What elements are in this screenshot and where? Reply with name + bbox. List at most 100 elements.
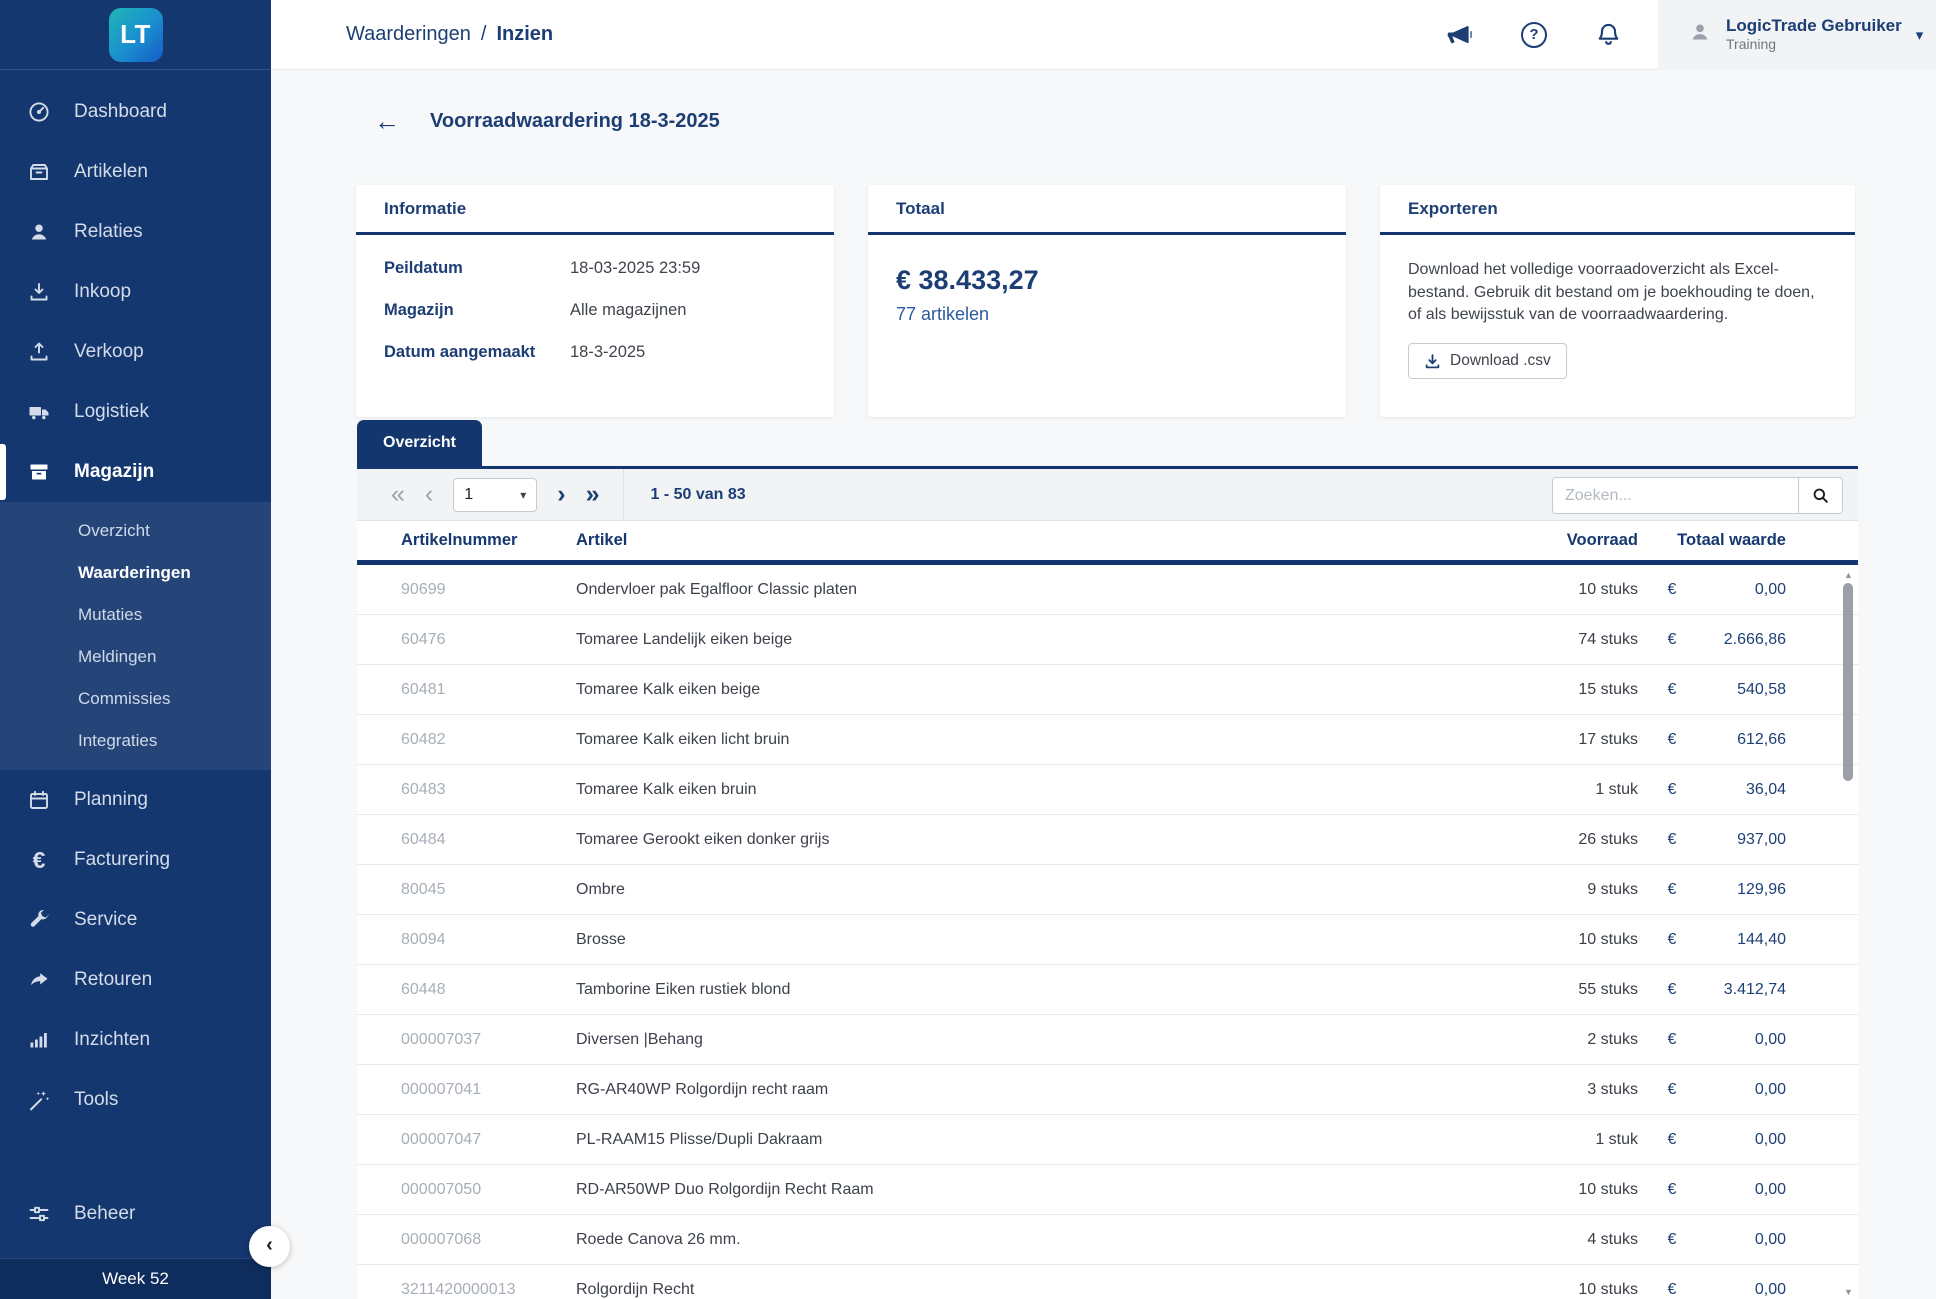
currency-symbol: €	[1638, 681, 1706, 699]
column-totaal-waarde[interactable]: Totaal waarde	[1638, 531, 1786, 550]
page-select-value: 1	[464, 486, 473, 504]
archive-icon	[26, 459, 52, 485]
sidebar-item-dashboard[interactable]: Dashboard	[0, 82, 271, 142]
table-row[interactable]: 000007047PL-RAAM15 Plisse/Dupli Dakraam1…	[357, 1115, 1858, 1165]
pagination-bar: « ‹ 1 ▾ › » 1 - 50 van 83	[357, 469, 1858, 521]
download-csv-button[interactable]: Download .csv	[1408, 343, 1567, 379]
tab-overzicht[interactable]: Overzicht	[357, 420, 482, 466]
sidebar-item-artikelen[interactable]: Artikelen	[0, 142, 271, 202]
sidebar-item-label: Verkoop	[74, 341, 144, 363]
breadcrumb-parent[interactable]: Waarderingen	[346, 23, 471, 46]
table-row[interactable]: 60482Tomaree Kalk eiken licht bruin17 st…	[357, 715, 1858, 765]
sidebar-item-inzichten[interactable]: Inzichten	[0, 1010, 271, 1070]
scroll-down-icon[interactable]: ▼	[1842, 1287, 1855, 1297]
column-artikelnummer[interactable]: Artikelnummer	[401, 531, 576, 550]
breadcrumb-current: Inzien	[496, 23, 553, 46]
sidebar-subitem-overzicht[interactable]: Overzicht	[0, 510, 271, 552]
search-input[interactable]	[1552, 477, 1799, 514]
cell-artikelnummer: 000007041	[401, 1081, 576, 1099]
chart-icon	[26, 1027, 52, 1053]
table-row[interactable]: 60481Tomaree Kalk eiken beige15 stuks€54…	[357, 665, 1858, 715]
column-voorraad[interactable]: Voorraad	[1418, 531, 1638, 550]
table-body: 90699Ondervloer pak Egalfloor Classic pl…	[357, 565, 1858, 1299]
sidebar-item-verkoop[interactable]: Verkoop	[0, 322, 271, 382]
cell-artikelnummer: 000007050	[401, 1181, 576, 1199]
help-icon[interactable]: ?	[1521, 22, 1547, 48]
search-button[interactable]	[1799, 477, 1843, 514]
previous-page-button[interactable]: ‹	[415, 482, 443, 507]
currency-symbol: €	[1638, 1231, 1706, 1249]
sidebar-subitem-commissies[interactable]: Commissies	[0, 678, 271, 720]
user-avatar-icon	[1688, 20, 1712, 49]
sidebar-subitem-mutaties[interactable]: Mutaties	[0, 594, 271, 636]
table-scrollbar[interactable]: ▲ ▼	[1842, 570, 1855, 1297]
sidebar-collapse-button[interactable]: ‹	[249, 1226, 290, 1267]
sidebar-subitem-meldingen[interactable]: Meldingen	[0, 636, 271, 678]
sidebar-item-facturering[interactable]: €Facturering	[0, 830, 271, 890]
cell-voorraad: 4 stuks	[1418, 1231, 1638, 1249]
table-row[interactable]: 80094Brosse10 stuks€144,40	[357, 915, 1858, 965]
sidebar-item-logistiek[interactable]: Logistiek	[0, 382, 271, 442]
cell-totaal-waarde: 129,96	[1706, 881, 1786, 899]
sidebar-item-beheer[interactable]: Beheer	[0, 1184, 271, 1244]
table-row[interactable]: 60483Tomaree Kalk eiken bruin1 stuk€36,0…	[357, 765, 1858, 815]
table-row[interactable]: 000007037Diversen |Behang2 stuks€0,00	[357, 1015, 1858, 1065]
table-row[interactable]: 90699Ondervloer pak Egalfloor Classic pl…	[357, 565, 1858, 615]
cell-voorraad: 1 stuk	[1418, 1131, 1638, 1149]
cell-voorraad: 74 stuks	[1418, 631, 1638, 649]
info-row-magazijn: MagazijnAlle magazijnen	[384, 301, 806, 320]
table-row[interactable]: 000007068Roede Canova 26 mm.4 stuks€0,00	[357, 1215, 1858, 1265]
sidebar-item-label: Magazijn	[74, 461, 154, 483]
cell-artikelnummer: 60482	[401, 731, 576, 749]
card-informatie: Informatie Peildatum18-03-2025 23:59Maga…	[356, 185, 834, 417]
dashboard-icon	[26, 99, 52, 125]
table-row[interactable]: 000007050RD-AR50WP Duo Rolgordijn Recht …	[357, 1165, 1858, 1215]
user-role: Training	[1726, 36, 1902, 54]
cell-artikel: Diversen |Behang	[576, 1031, 1418, 1049]
wand-icon	[26, 1087, 52, 1113]
sidebar-item-service[interactable]: Service	[0, 890, 271, 950]
megaphone-icon[interactable]	[1446, 21, 1473, 48]
table-row[interactable]: 60448Tamborine Eiken rustiek blond55 stu…	[357, 965, 1858, 1015]
card-exporteren: Exporteren Download het volledige voorra…	[1380, 185, 1855, 417]
info-value: 18-03-2025 23:59	[570, 259, 806, 278]
logictrade-logo[interactable]: LT	[109, 8, 163, 62]
scroll-up-icon[interactable]: ▲	[1842, 570, 1855, 580]
sidebar-subitem-waarderingen[interactable]: Waarderingen	[0, 552, 271, 594]
user-menu[interactable]: LogicTrade Gebruiker Training ▾	[1658, 0, 1936, 70]
currency-symbol: €	[1638, 1131, 1706, 1149]
cell-voorraad: 9 stuks	[1418, 881, 1638, 899]
sidebar-item-planning[interactable]: Planning	[0, 770, 271, 830]
page-select[interactable]: 1 ▾	[453, 478, 537, 512]
download-icon	[26, 279, 52, 305]
sidebar-item-magazijn[interactable]: Magazijn	[0, 442, 271, 502]
sidebar-item-label: Beheer	[74, 1203, 135, 1225]
scrollbar-thumb[interactable]	[1843, 583, 1853, 781]
user-texts: LogicTrade Gebruiker Training	[1726, 15, 1902, 54]
table-row[interactable]: 60484Tomaree Gerookt eiken donker grijs2…	[357, 815, 1858, 865]
info-label: Magazijn	[384, 301, 570, 320]
cell-artikelnummer: 60481	[401, 681, 576, 699]
sidebar-subitem-integraties[interactable]: Integraties	[0, 720, 271, 762]
currency-symbol: €	[1638, 581, 1706, 599]
info-value: 18-3-2025	[570, 343, 806, 362]
bell-icon[interactable]	[1595, 21, 1622, 48]
first-page-button[interactable]: «	[381, 482, 415, 507]
sidebar-item-tools[interactable]: Tools	[0, 1070, 271, 1130]
last-page-button[interactable]: »	[576, 482, 610, 507]
cell-artikelnummer: 80094	[401, 931, 576, 949]
next-page-button[interactable]: ›	[547, 482, 575, 507]
logo-area: LT	[0, 0, 271, 70]
table-row[interactable]: 000007041RG-AR40WP Rolgordijn recht raam…	[357, 1065, 1858, 1115]
table-row[interactable]: 60476Tomaree Landelijk eiken beige74 stu…	[357, 615, 1858, 665]
back-arrow-icon[interactable]: ←	[374, 108, 400, 134]
currency-symbol: €	[1638, 931, 1706, 949]
table-row[interactable]: 3211420000013Rolgordijn Recht10 stuks€0,…	[357, 1265, 1858, 1299]
column-artikel[interactable]: Artikel	[576, 531, 1418, 550]
sidebar-item-relaties[interactable]: Relaties	[0, 202, 271, 262]
cell-artikel: Tomaree Kalk eiken beige	[576, 681, 1418, 699]
sidebar-item-retouren[interactable]: Retouren	[0, 950, 271, 1010]
currency-symbol: €	[1638, 1031, 1706, 1049]
sidebar-item-inkoop[interactable]: Inkoop	[0, 262, 271, 322]
table-row[interactable]: 80045Ombre9 stuks€129,96	[357, 865, 1858, 915]
